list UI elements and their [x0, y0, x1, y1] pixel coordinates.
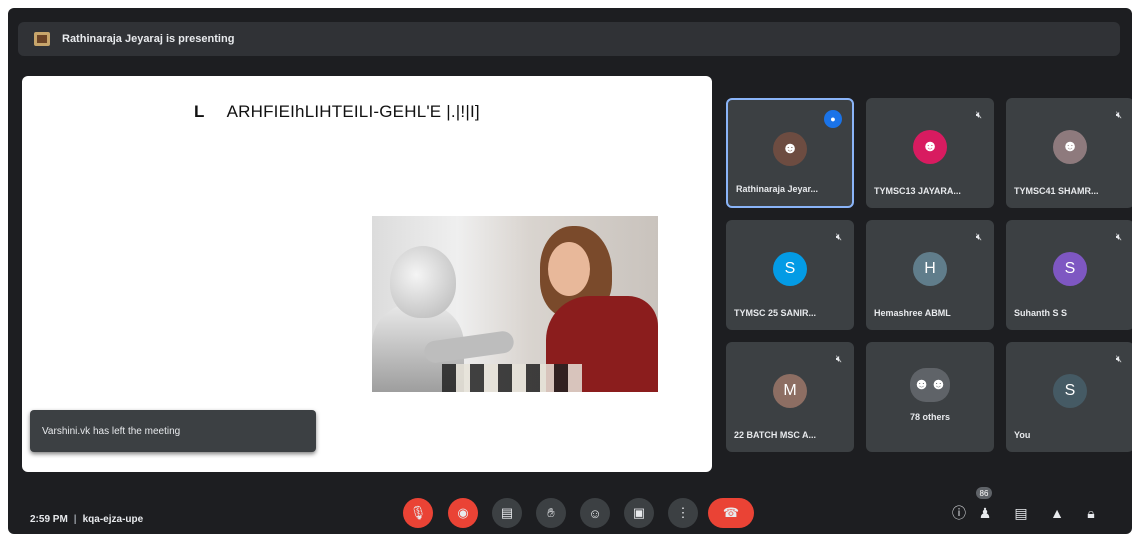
participant-name: Rathinaraja Jeyar...: [736, 184, 819, 194]
others-tile[interactable]: ☻☻ 78 others: [866, 342, 994, 452]
people-icon: ♟: [978, 504, 992, 521]
self-tile[interactable]: 🔇︎ S You: [1006, 342, 1132, 452]
robot-head-shape: [390, 246, 456, 318]
raise-hand-button[interactable]: ✋︎: [536, 498, 566, 528]
participant-name: Hemashree ABML: [874, 308, 951, 318]
emoji-icon: ☺: [588, 505, 602, 521]
mic-off-icon: 🔇︎: [835, 354, 842, 365]
camera-off-icon: ◉: [457, 505, 469, 520]
separator: |: [73, 514, 77, 525]
slide-title: L ARHFIEIhLIHTEILI-GEHL'E |.|!|I]: [194, 102, 480, 122]
toast-text: Varshini.vk has left the meeting: [42, 425, 181, 437]
clock-time: 2:59 PM: [30, 514, 68, 525]
present-button[interactable]: ▣: [624, 498, 654, 528]
mic-off-icon: 🔇︎: [835, 232, 842, 243]
participant-name: TYMSC13 JAYARA...: [874, 186, 961, 196]
more-options-button[interactable]: ⋮: [668, 498, 698, 528]
participant-tile[interactable]: ● ☻ Rathinaraja Jeyar...: [726, 98, 854, 208]
lock-person-icon: 🔒︎: [1087, 504, 1095, 521]
slide-title-text: ARHFIEIhLIHTEILI-GEHL'E |.|!|I]: [226, 102, 480, 121]
speaking-icon: ●: [824, 110, 842, 128]
mic-off-icon: 🔇︎: [1115, 354, 1122, 365]
people-count-badge: 86: [976, 487, 992, 499]
avatar: S: [773, 252, 807, 286]
robot-chess-image: [372, 216, 658, 392]
mic-off-icon: 🎙︎: [409, 505, 427, 520]
presenter-thumbnail-icon: [34, 32, 50, 46]
avatar: S: [1053, 252, 1087, 286]
participant-tile[interactable]: 🔇︎ ☻ TYMSC41 SHAMR...: [1006, 98, 1132, 208]
avatar: S: [1053, 374, 1087, 408]
meeting-info: 2:59 PM | kqa-ejza-upe: [30, 514, 143, 525]
others-count: 78 others: [909, 412, 951, 422]
participant-name: TYMSC41 SHAMR...: [1014, 186, 1099, 196]
shapes-icon: ▲: [1050, 505, 1064, 521]
chat-button[interactable]: ▤: [1010, 502, 1032, 524]
chat-icon: ▤: [1014, 504, 1028, 521]
avatar: ☻: [1053, 130, 1087, 164]
mic-off-icon: 🔇︎: [1115, 110, 1122, 121]
end-call-icon: ☎︎: [722, 505, 740, 520]
meeting-details-button[interactable]: ⓘ: [948, 502, 970, 524]
participant-name: Suhanth S S: [1014, 308, 1068, 318]
info-icon: ⓘ: [952, 505, 966, 521]
participant-name: You: [1014, 430, 1031, 440]
group-avatar-icon: ☻☻: [910, 368, 950, 402]
presenting-banner: Rathinaraja Jeyaraj is presenting: [18, 22, 1120, 56]
more-vert-icon: ⋮: [676, 505, 690, 520]
reactions-button[interactable]: ☺: [580, 498, 610, 528]
woman-face-shape: [548, 242, 590, 296]
presenting-text: Rathinaraja Jeyaraj is presenting: [62, 33, 235, 45]
slide-bullet: L: [194, 102, 205, 121]
avatar: ☻: [773, 132, 807, 166]
mic-off-icon: 🔇︎: [975, 110, 982, 121]
participant-tile[interactable]: 🔇︎ M 22 BATCH MSC A...: [726, 342, 854, 452]
mic-off-icon: 🔇︎: [975, 232, 982, 243]
avatar: M: [773, 374, 807, 408]
avatar: H: [913, 252, 947, 286]
chessboard-shape: [442, 364, 582, 392]
participant-tile[interactable]: 🔇︎ H Hemashree ABML: [866, 220, 994, 330]
mic-toggle-button[interactable]: 🎙︎: [403, 498, 433, 528]
people-button[interactable]: ♟: [974, 502, 996, 524]
camera-toggle-button[interactable]: ◉: [448, 498, 478, 528]
present-screen-icon: ▣: [632, 505, 646, 520]
hand-icon: ✋︎: [547, 505, 555, 520]
host-controls-button[interactable]: 🔒︎: [1080, 502, 1102, 524]
captions-icon: ▤: [500, 505, 514, 520]
meet-window: Rathinaraja Jeyaraj is presenting L ARHFI…: [8, 8, 1132, 534]
participant-tile[interactable]: 🔇︎ S TYMSC 25 SANIR...: [726, 220, 854, 330]
participant-name: TYMSC 25 SANIR...: [734, 308, 817, 318]
meeting-code: kqa-ejza-upe: [82, 514, 144, 525]
avatar: ☻: [913, 130, 947, 164]
participant-tile[interactable]: 🔇︎ S Suhanth S S: [1006, 220, 1132, 330]
mic-off-icon: 🔇︎: [1115, 232, 1122, 243]
leave-call-button[interactable]: ☎︎: [708, 498, 754, 528]
activities-button[interactable]: ▲: [1046, 502, 1068, 524]
participant-tile[interactable]: 🔇︎ ☻ TYMSC13 JAYARA...: [866, 98, 994, 208]
left-meeting-toast: Varshini.vk has left the meeting: [30, 410, 316, 452]
captions-button[interactable]: ▤: [492, 498, 522, 528]
participant-name: 22 BATCH MSC A...: [734, 430, 817, 440]
